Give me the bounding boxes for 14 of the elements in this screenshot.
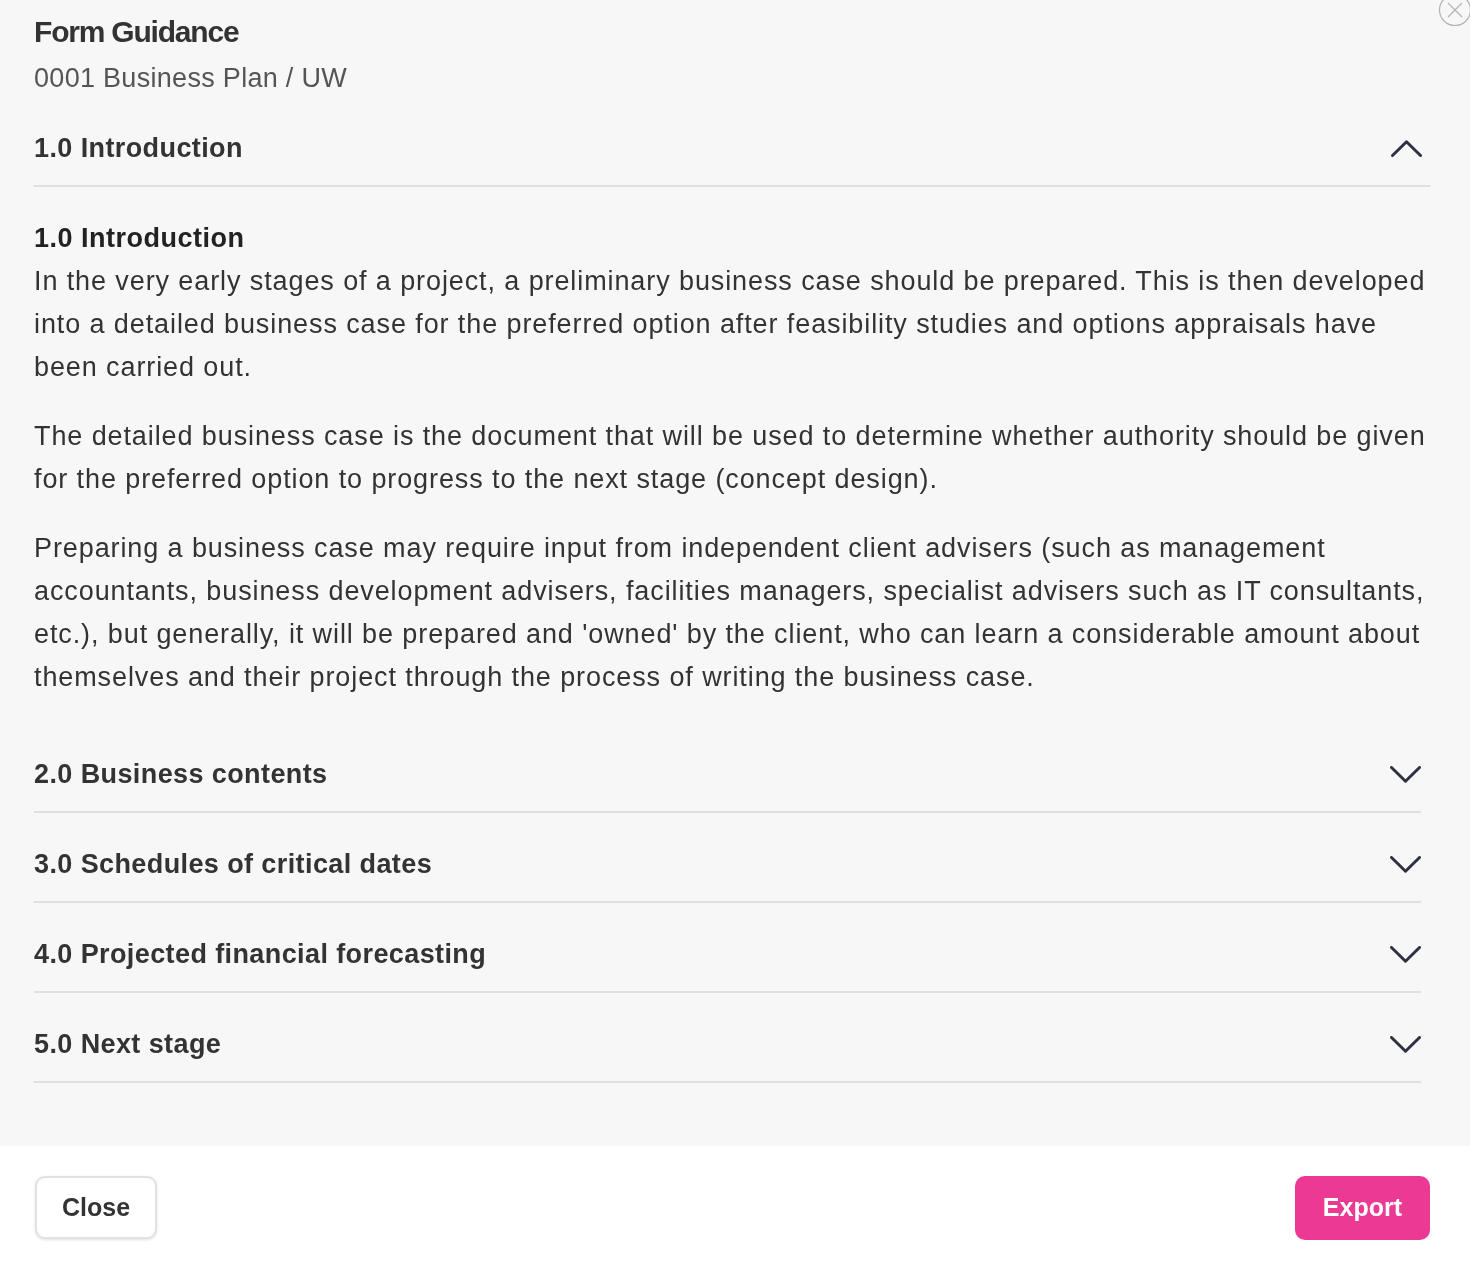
accordion-header[interactable]: 2.0 Business contents — [34, 723, 1421, 813]
accordion-header[interactable]: 5.0 Next stage — [34, 993, 1421, 1083]
paragraph: Preparing a business case may require input from independent client advisers (such as management accountants, business development advisers, facilities managers, specialist advisers such as IT consultants, etc.), but generally, it will be prepared and 'owned' by the client, who can learn a considerable amount about themselves and their project through the process of writing the business case. — [34, 532, 1426, 694]
close-icon[interactable] — [1438, 0, 1470, 27]
export-button[interactable]: Export — [1294, 1176, 1430, 1240]
section-heading: 1.0 Introduction — [34, 222, 245, 255]
accordion-header[interactable]: 4.0 Projected financial forecasting — [34, 903, 1421, 993]
dialog-subtitle: 0001 Business Plan / UW — [34, 62, 348, 95]
paragraph: In the very early stages of a project, a preliminary business case should be prepared. This is then developed into a detailed business case for the preferred option after feasibility studies and options appraisals have been carried out. — [34, 265, 1427, 384]
paragraph: The detailed business case is the document that will be used to determine whether authority should be given for the preferred option to progress to the next stage (concept design). — [34, 420, 1427, 496]
close-button[interactable]: Close — [35, 1176, 158, 1239]
accordion-header[interactable]: 3.0 Schedules of critical dates — [34, 813, 1421, 903]
dialog-title: Form Guidance — [34, 14, 239, 50]
accordion-header[interactable]: 1.0 Introduction — [34, 97, 1430, 187]
